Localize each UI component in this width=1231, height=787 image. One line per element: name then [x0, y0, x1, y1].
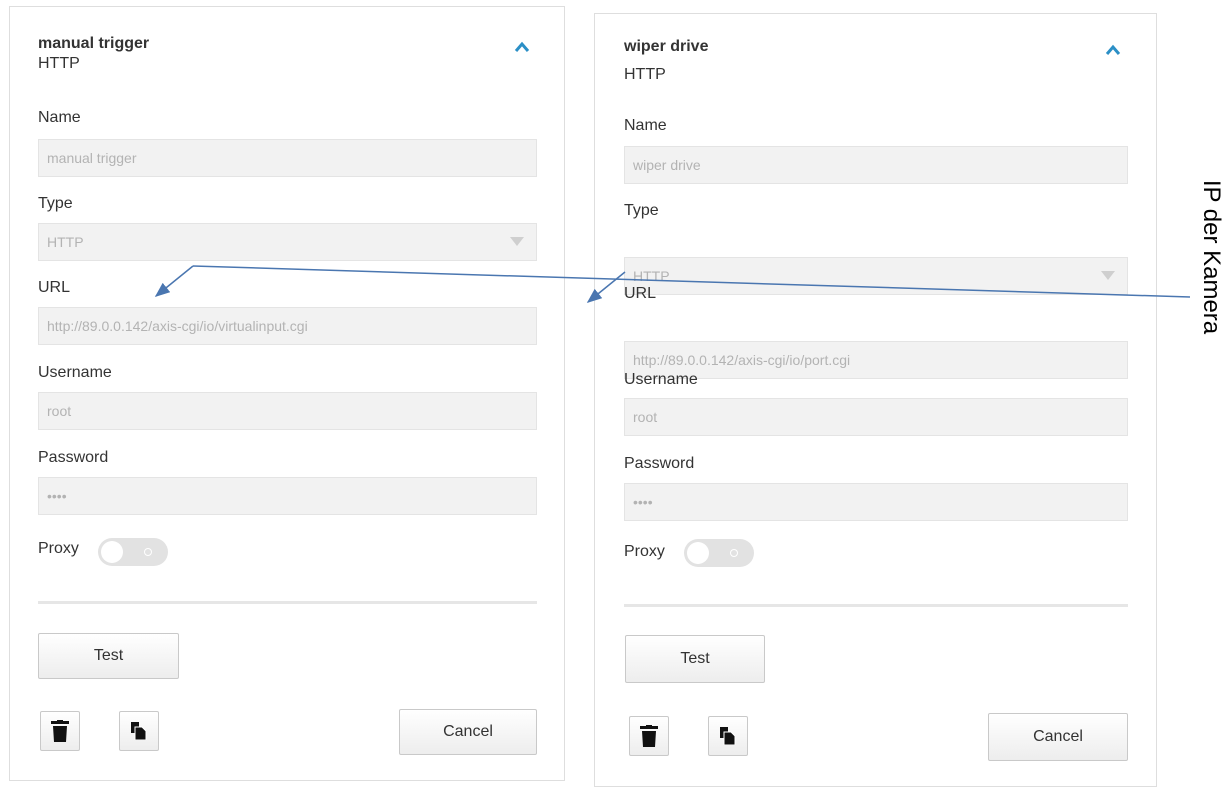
name-input[interactable] — [624, 146, 1128, 184]
type-select-value: HTTP — [47, 234, 84, 250]
panel-title: wiper drive — [624, 38, 709, 55]
password-input[interactable] — [38, 477, 537, 515]
trash-icon — [640, 725, 658, 747]
type-label: Type — [624, 202, 659, 219]
delete-button[interactable] — [40, 711, 80, 751]
panel-manual-trigger: manual trigger HTTP Name Type HTTP URL U… — [9, 6, 565, 781]
duplicate-button[interactable] — [119, 711, 159, 751]
toggle-off-indicator — [144, 548, 152, 556]
collapse-button[interactable] — [512, 37, 532, 57]
type-label: Type — [38, 195, 73, 212]
chevron-up-icon — [514, 41, 530, 52]
panel-subtitle: HTTP — [624, 66, 666, 83]
panel-title: manual trigger — [38, 35, 150, 52]
delete-button[interactable] — [629, 716, 669, 756]
type-select[interactable]: HTTP — [38, 223, 537, 261]
copy-icon — [720, 727, 736, 745]
toggle-off-indicator — [730, 549, 738, 557]
caret-down-icon — [1101, 271, 1115, 280]
panel-subtitle: HTTP — [38, 55, 80, 72]
password-input[interactable] — [624, 483, 1128, 521]
username-input[interactable] — [38, 392, 537, 430]
divider — [624, 604, 1128, 607]
test-button[interactable]: Test — [38, 633, 179, 679]
proxy-label: Proxy — [624, 543, 665, 560]
cancel-button[interactable]: Cancel — [988, 713, 1128, 761]
url-label: URL — [38, 279, 71, 296]
toggle-knob — [687, 542, 709, 564]
type-select-value: HTTP — [633, 268, 670, 284]
panel-wiper-drive: wiper drive HTTP Name Type HTTP URL User… — [594, 13, 1157, 787]
password-label: Password — [38, 449, 109, 466]
username-input[interactable] — [624, 398, 1128, 436]
proxy-toggle[interactable] — [684, 539, 754, 567]
collapse-button[interactable] — [1103, 40, 1123, 60]
proxy-toggle[interactable] — [98, 538, 168, 566]
password-label: Password — [624, 455, 695, 472]
proxy-label: Proxy — [38, 540, 79, 557]
caret-down-icon — [510, 237, 524, 246]
name-input[interactable] — [38, 139, 537, 177]
chevron-up-icon — [1105, 44, 1121, 55]
type-select[interactable]: HTTP — [624, 257, 1128, 295]
annotation-label: IP der Kamera — [1198, 179, 1225, 335]
cancel-button[interactable]: Cancel — [399, 709, 537, 755]
username-label: Username — [624, 371, 698, 388]
toggle-knob — [101, 541, 123, 563]
url-input[interactable] — [624, 341, 1128, 379]
url-input[interactable] — [38, 307, 537, 345]
test-button[interactable]: Test — [625, 635, 765, 683]
copy-icon — [131, 722, 147, 740]
trash-icon — [51, 720, 69, 742]
url-label: URL — [624, 285, 657, 302]
duplicate-button[interactable] — [708, 716, 748, 756]
username-label: Username — [38, 364, 112, 381]
divider — [38, 601, 537, 604]
name-label: Name — [624, 117, 667, 134]
name-label: Name — [38, 109, 81, 126]
